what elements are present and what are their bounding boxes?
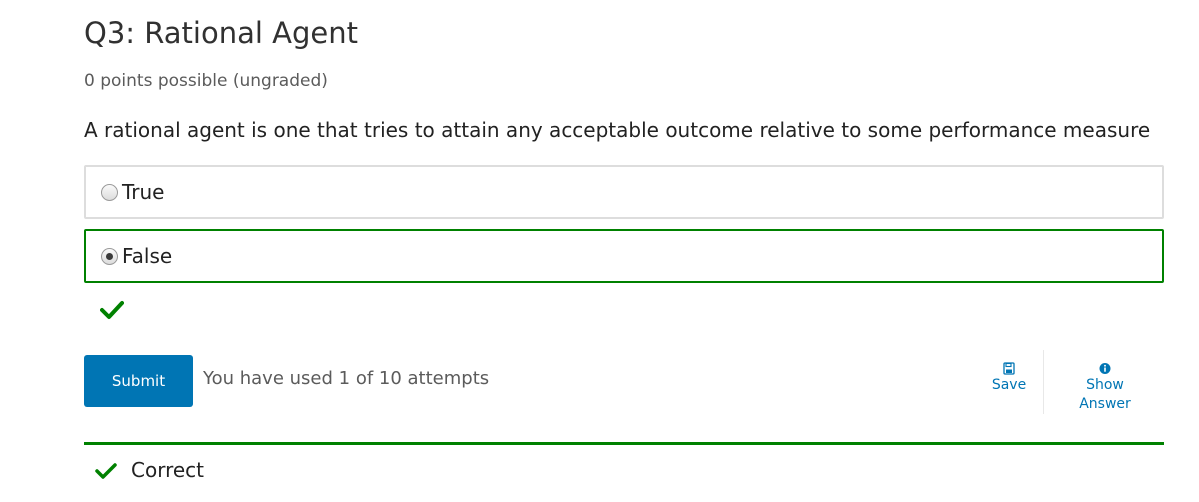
show-answer-button[interactable]: Show Answer xyxy=(1072,362,1138,414)
save-button[interactable]: Save xyxy=(984,362,1034,395)
floppy-disk-icon xyxy=(1003,362,1015,375)
checkmark-icon xyxy=(100,301,124,319)
choice-label-false: False xyxy=(122,244,173,268)
radio-true[interactable] xyxy=(101,183,118,201)
points-possible: 0 points possible (ungraded) xyxy=(84,71,328,91)
show-answer-label-line2: Answer xyxy=(1079,396,1131,412)
radio-selected-dot xyxy=(106,252,113,260)
result-checkmark-icon xyxy=(95,463,117,479)
question-text: A rational agent is one that tries to at… xyxy=(84,118,1151,142)
result-bar xyxy=(84,442,1164,502)
problem-title: Q3: Rational Agent xyxy=(84,16,358,50)
action-divider xyxy=(1043,350,1044,414)
show-answer-label-line1: Show xyxy=(1086,377,1124,393)
radio-false[interactable] xyxy=(101,247,118,265)
choice-true[interactable]: True xyxy=(84,165,1164,219)
result-label: Correct xyxy=(131,458,204,482)
choice-false[interactable]: False xyxy=(84,229,1164,283)
choice-label-true: True xyxy=(122,180,165,204)
save-label: Save xyxy=(991,377,1027,393)
attempts-text: You have used 1 of 10 attempts xyxy=(203,368,490,389)
submit-button[interactable]: Submit xyxy=(84,355,193,407)
info-circle-icon xyxy=(1099,363,1111,374)
